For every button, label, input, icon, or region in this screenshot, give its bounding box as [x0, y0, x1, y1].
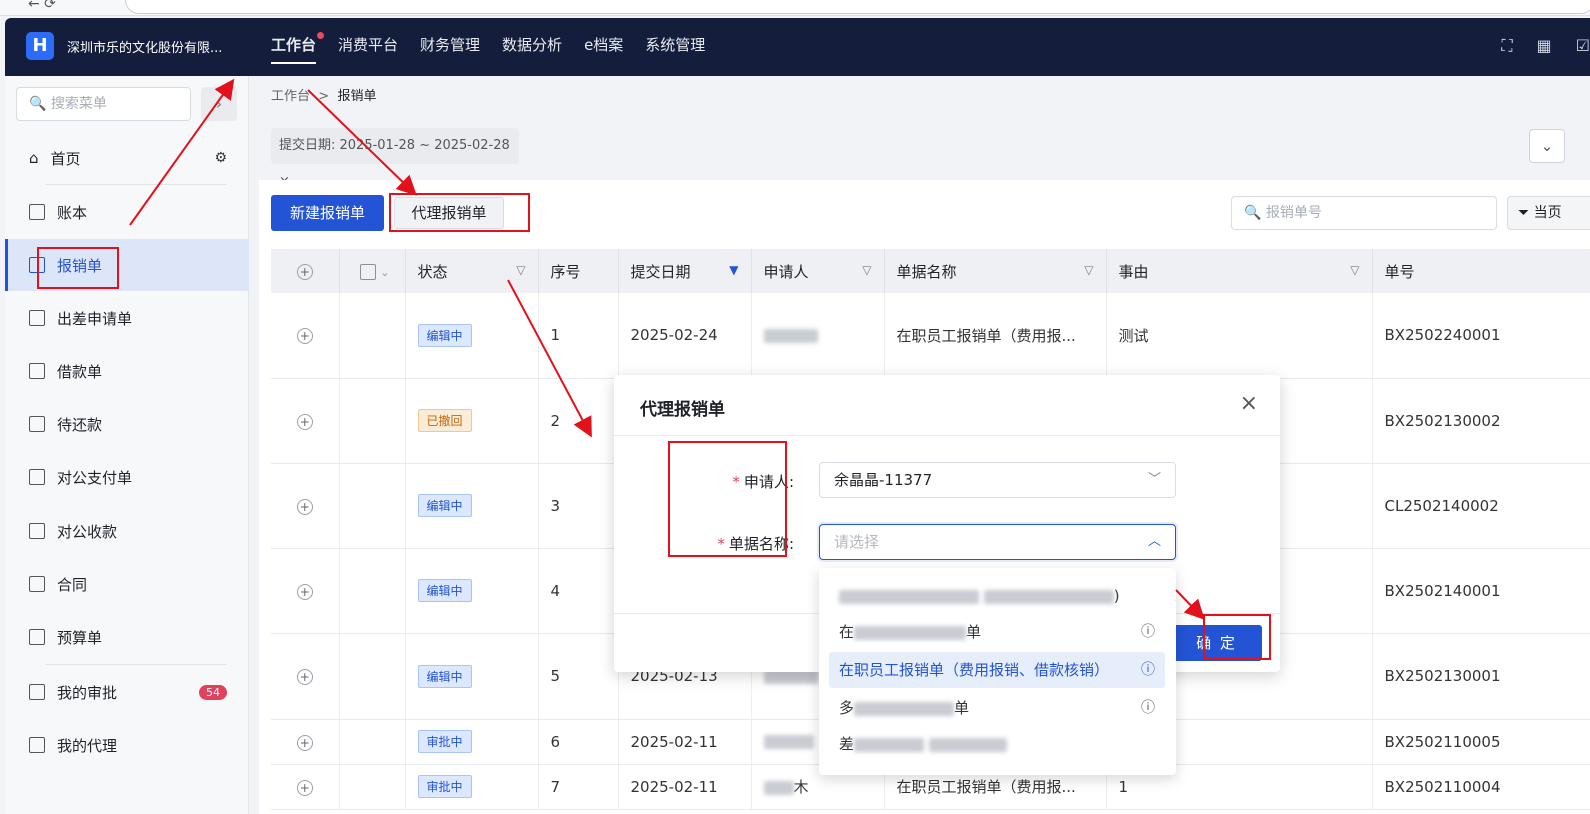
- annotation-arrow: [1175, 589, 1205, 620]
- annotation-arrow: [129, 78, 235, 226]
- annotation-arrows: [129, 78, 1205, 620]
- annotation-arrow: [307, 89, 417, 196]
- annotation-arrow: [507, 279, 592, 438]
